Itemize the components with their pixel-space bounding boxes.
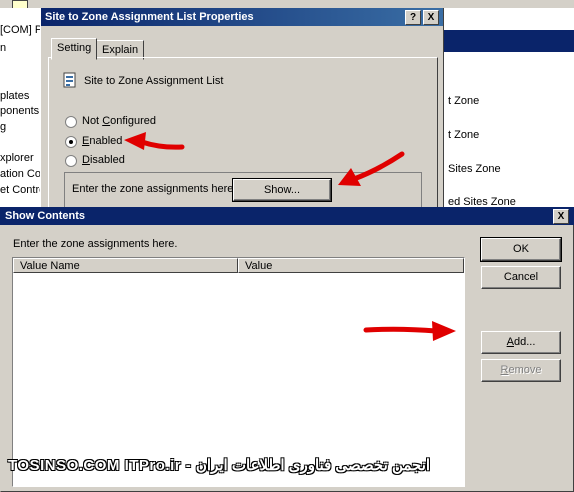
watermark: TOSINSO.COM ITPro.ir - انجمن تخصصی فناور… bbox=[8, 457, 431, 474]
annotation-arrow-icon bbox=[124, 132, 185, 150]
tab-setting[interactable]: Setting bbox=[51, 38, 98, 60]
enabled-radio[interactable] bbox=[65, 136, 77, 148]
show-contents-title: Show Contents bbox=[0, 207, 574, 225]
show-button[interactable]: Show... bbox=[232, 178, 332, 202]
background-list-header bbox=[440, 30, 574, 52]
instruction-text: Enter the zone assignments here. bbox=[13, 238, 178, 250]
not-configured-radio[interactable] bbox=[65, 116, 77, 128]
tree-item[interactable]: n bbox=[0, 42, 6, 54]
tree-item[interactable]: xplorer bbox=[0, 152, 34, 164]
annotation-arrow-icon bbox=[338, 151, 405, 186]
tree-item[interactable]: g bbox=[0, 121, 6, 133]
list-item[interactable]: t Zone bbox=[448, 129, 479, 141]
remove-button[interactable]: Remove bbox=[481, 359, 561, 382]
close-button[interactable]: X bbox=[423, 10, 439, 25]
add-button[interactable]: Add... bbox=[481, 331, 561, 354]
enabled-label: Enabled bbox=[82, 135, 123, 147]
list-item[interactable]: Sites Zone bbox=[448, 163, 501, 175]
help-button[interactable]: ? bbox=[405, 10, 421, 25]
properties-dialog-title: Site to Zone Assignment List Properties bbox=[41, 8, 443, 26]
ok-button[interactable]: OK bbox=[480, 237, 562, 262]
not-configured-label: Not Configured bbox=[82, 115, 157, 127]
cancel-button[interactable]: Cancel bbox=[481, 266, 561, 289]
disabled-radio[interactable] bbox=[65, 155, 77, 167]
policy-name: Site to Zone Assignment List bbox=[84, 75, 224, 87]
values-list[interactable]: Value Name Value bbox=[12, 257, 465, 487]
group-label: Enter the zone assignments here. bbox=[72, 183, 237, 195]
policy-icon bbox=[63, 72, 76, 88]
tree-item[interactable]: plates bbox=[0, 90, 29, 102]
tree-item[interactable]: ponents bbox=[0, 105, 39, 117]
column-header-value-name[interactable]: Value Name bbox=[13, 258, 238, 273]
annotation-arrow-icon bbox=[363, 321, 456, 341]
list-item[interactable]: t Zone bbox=[448, 95, 479, 107]
tree-item[interactable]: et Contro bbox=[0, 184, 45, 196]
column-header-value[interactable]: Value bbox=[238, 258, 464, 273]
disabled-label: Disabled bbox=[82, 154, 125, 166]
close-button[interactable]: X bbox=[553, 209, 569, 224]
